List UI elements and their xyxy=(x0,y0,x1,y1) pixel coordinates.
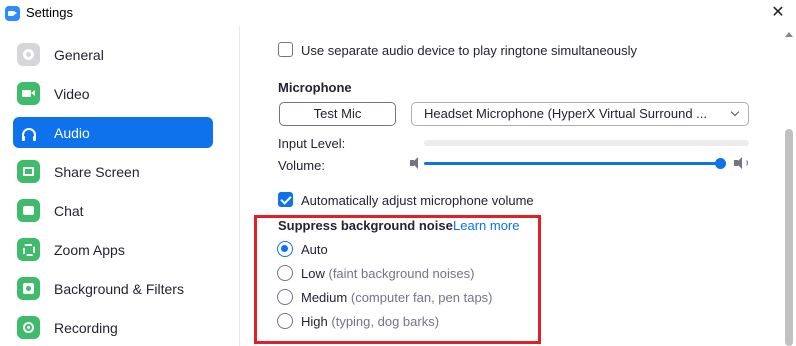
sidebar-item-recording[interactable]: Recording xyxy=(13,312,213,343)
recording-icon xyxy=(17,316,40,339)
input-level-label: Input Level: xyxy=(278,136,346,151)
sidebar-item-label: General xyxy=(54,47,104,63)
sidebar-item-label: Recording xyxy=(54,320,118,336)
volume-slider-track[interactable] xyxy=(424,162,721,165)
headphones-icon xyxy=(17,121,40,144)
audio-settings-panel: Use separate audio device to play ringto… xyxy=(241,26,796,346)
sidebar-item-label: Video xyxy=(54,86,90,102)
noise-radio-medium[interactable] xyxy=(277,289,293,305)
noise-option-high-label: High (typing, dog barks) xyxy=(301,314,439,329)
sidebar-item-zoom-apps[interactable]: Zoom Apps xyxy=(13,234,213,265)
input-level-meter xyxy=(424,140,749,146)
auto-adjust-volume-label: Automatically adjust microphone volume xyxy=(301,193,534,208)
sidebar-item-label: Share Screen xyxy=(54,164,140,180)
sidebar-item-label: Chat xyxy=(54,203,84,219)
settings-window: Settings ✕ General Video Audio Share Scr… xyxy=(0,0,796,346)
scroll-up-arrow-icon[interactable] xyxy=(785,32,793,37)
volume-low-icon xyxy=(410,157,422,169)
auto-adjust-volume-checkbox[interactable] xyxy=(278,192,293,207)
suppress-noise-heading: Suppress background noise xyxy=(278,218,453,233)
zoom-logo-icon xyxy=(5,6,20,21)
close-button[interactable]: ✕ xyxy=(766,2,790,24)
sidebar-item-label: Background & Filters xyxy=(54,281,184,297)
zoom-apps-icon xyxy=(17,238,40,261)
sidebar: General Video Audio Share Screen Chat Zo… xyxy=(0,26,240,346)
microphone-device-select[interactable]: Headset Microphone (HyperX Virtual Surro… xyxy=(411,102,749,126)
test-mic-button[interactable]: Test Mic xyxy=(279,102,396,126)
noise-option-high-hint: (typing, dog barks) xyxy=(331,314,440,329)
gear-icon xyxy=(17,43,40,66)
learn-more-link[interactable]: Learn more xyxy=(453,218,519,233)
ringtone-device-label: Use separate audio device to play ringto… xyxy=(301,43,638,58)
noise-option-high-name: High xyxy=(301,314,328,329)
share-screen-icon xyxy=(17,160,40,183)
noise-radio-high[interactable] xyxy=(277,313,293,329)
noise-option-auto-label: Auto xyxy=(301,242,328,257)
noise-option-medium-name: Medium xyxy=(301,290,348,305)
chat-icon xyxy=(17,199,40,222)
sidebar-item-general[interactable]: General xyxy=(13,39,213,70)
title-bar: Settings ✕ xyxy=(0,0,796,26)
noise-radio-low[interactable] xyxy=(277,265,293,281)
video-icon xyxy=(17,82,40,105)
noise-option-medium-hint: (computer fan, pen taps) xyxy=(350,290,493,305)
volume-wave-icon xyxy=(742,159,748,167)
microphone-device-value: Headset Microphone (HyperX Virtual Surro… xyxy=(424,106,708,121)
window-title: Settings xyxy=(26,5,73,20)
ringtone-device-checkbox[interactable] xyxy=(278,42,293,57)
chevron-down-icon xyxy=(730,107,740,117)
volume-label: Volume: xyxy=(278,158,325,173)
noise-option-low-label: Low (faint background noises) xyxy=(301,266,474,281)
sidebar-item-label: Audio xyxy=(54,125,90,141)
sidebar-item-background-filters[interactable]: Background & Filters xyxy=(13,273,213,304)
sidebar-item-audio[interactable]: Audio xyxy=(13,117,213,148)
noise-option-low-name: Low xyxy=(301,266,325,281)
noise-option-medium-label: Medium (computer fan, pen taps) xyxy=(301,290,493,305)
volume-slider-thumb[interactable] xyxy=(715,158,726,169)
noise-option-low-hint: (faint background noises) xyxy=(328,266,475,281)
microphone-heading: Microphone xyxy=(278,80,352,95)
vertical-scrollbar[interactable] xyxy=(781,26,796,346)
sidebar-item-label: Zoom Apps xyxy=(54,242,125,258)
scrollbar-thumb[interactable] xyxy=(785,129,793,346)
background-icon xyxy=(17,277,40,300)
noise-radio-auto[interactable] xyxy=(277,241,293,257)
sidebar-item-share-screen[interactable]: Share Screen xyxy=(13,156,213,187)
sidebar-item-video[interactable]: Video xyxy=(13,78,213,109)
sidebar-item-chat[interactable]: Chat xyxy=(13,195,213,226)
